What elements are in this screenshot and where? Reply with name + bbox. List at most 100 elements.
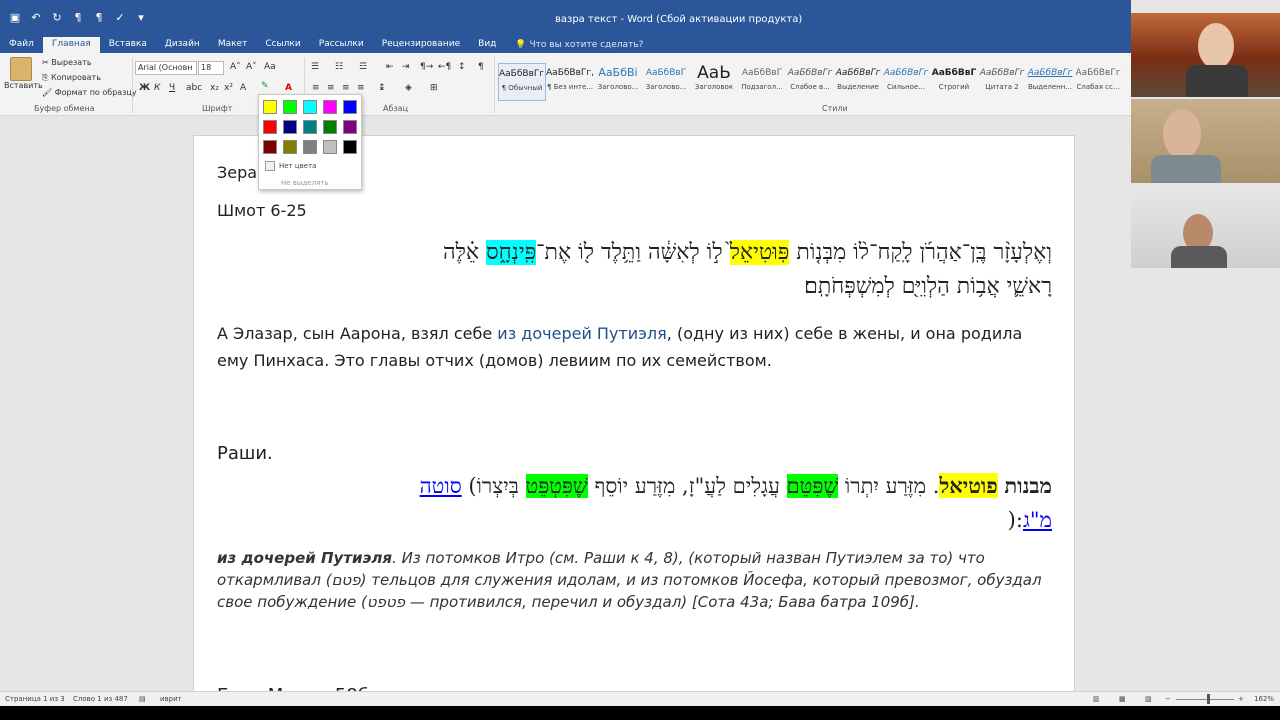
- superscript-button[interactable]: x²: [224, 83, 233, 93]
- style-heading-2[interactable]: АаБбВвГ Заголово...: [642, 63, 690, 101]
- style-quote-2[interactable]: АаБбВвГг Цитата 2: [978, 63, 1026, 101]
- style-heading-1[interactable]: АаБбВі Заголово...: [594, 63, 642, 101]
- italic-button[interactable]: К: [154, 83, 160, 93]
- format-painter-button[interactable]: 🖌 Формат по образцу: [42, 88, 137, 97]
- align-left-button[interactable]: ≡: [312, 83, 320, 93]
- highlight-color-button[interactable]: ✎: [261, 81, 269, 91]
- redo-icon[interactable]: ↻: [50, 10, 64, 24]
- highlight-swatch[interactable]: [283, 140, 297, 154]
- font-size-select[interactable]: 18: [198, 61, 224, 75]
- verse-text: ל֣וֹ לְאִשָּׁ֔ה וַתֵּ֥לֶד ל֖וֹ אֶת־: [536, 240, 730, 265]
- tab-view[interactable]: Вид: [469, 37, 505, 53]
- highlight-swatch[interactable]: [263, 140, 277, 154]
- paste-button[interactable]: Вставить: [4, 81, 43, 90]
- shrink-font-button[interactable]: A˅: [246, 62, 257, 72]
- spelling-icon[interactable]: ✓: [113, 10, 127, 24]
- customize-qat-icon[interactable]: ▾: [134, 10, 148, 24]
- copy-button[interactable]: ⎘ Копировать: [42, 73, 101, 83]
- highlight-swatch[interactable]: [343, 140, 357, 154]
- video-participant-2: [1131, 99, 1280, 183]
- zoom-level[interactable]: 162%: [1254, 695, 1274, 703]
- paste-icon[interactable]: [10, 57, 32, 81]
- stop-highlighting-option[interactable]: Не выделять: [281, 179, 328, 187]
- strikethrough-button[interactable]: abc: [186, 83, 202, 93]
- highlight-swatch[interactable]: [263, 100, 277, 114]
- tab-file[interactable]: Файл: [0, 37, 43, 53]
- highlight-swatch[interactable]: [343, 100, 357, 114]
- numbering-button[interactable]: ☷: [335, 62, 343, 72]
- highlight-swatch[interactable]: [343, 120, 357, 134]
- bullets-button[interactable]: ☰: [311, 62, 319, 72]
- tab-design[interactable]: Дизайн: [156, 37, 209, 53]
- subscript-button[interactable]: x₂: [210, 83, 219, 93]
- highlight-swatch[interactable]: [323, 140, 337, 154]
- line-spacing-button[interactable]: ↨: [378, 83, 386, 93]
- sota-link[interactable]: סוטה: [420, 474, 462, 498]
- web-layout-icon[interactable]: ▧: [1145, 695, 1152, 703]
- tab-insert[interactable]: Вставка: [100, 37, 156, 53]
- align-center-button[interactable]: ≡: [327, 83, 335, 93]
- read-mode-icon[interactable]: ▥: [1093, 695, 1100, 703]
- rtl-icon[interactable]: ¶: [71, 10, 85, 24]
- sort-button[interactable]: ↕: [458, 62, 466, 72]
- tell-me-search[interactable]: 💡 Что вы хотите сделать?: [515, 38, 643, 53]
- ltr-icon[interactable]: ¶: [92, 10, 106, 24]
- tab-review[interactable]: Рецензирование: [373, 37, 469, 53]
- document-page[interactable]: Зера Шмот 6-25 וְאֶלְעָזָ֨ר בֶּֽן־אַהֲרֹ…: [193, 135, 1075, 695]
- grow-font-button[interactable]: A˄: [230, 62, 241, 72]
- language-indicator[interactable]: иврит: [160, 695, 182, 703]
- text-effects-button[interactable]: A: [240, 83, 246, 93]
- style-subtle-reference[interactable]: АаБбВвГг Слабая сс...: [1074, 63, 1122, 101]
- decrease-indent-button[interactable]: ⇤: [386, 62, 394, 72]
- highlight-swatch[interactable]: [323, 100, 337, 114]
- shading-button[interactable]: ◈: [405, 83, 412, 93]
- save-icon[interactable]: ▣: [8, 10, 22, 24]
- highlight-swatch[interactable]: [283, 100, 297, 114]
- highlight-swatch[interactable]: [283, 120, 297, 134]
- tab-layout[interactable]: Макет: [209, 37, 257, 53]
- style-no-spacing[interactable]: АаБбВвГг, ¶ Без инте...: [546, 63, 594, 101]
- font-color-button[interactable]: A: [285, 83, 292, 93]
- tab-mailings[interactable]: Рассылки: [310, 37, 373, 53]
- page-count[interactable]: Страница 1 из 3: [5, 695, 65, 703]
- no-color-option[interactable]: Нет цвета: [265, 161, 316, 171]
- ltr-button[interactable]: ¶→: [420, 62, 433, 72]
- bold-button[interactable]: Ж: [139, 83, 150, 93]
- underline-button[interactable]: Ч: [169, 83, 175, 93]
- style-emphasis[interactable]: АаБбВвГг Выделение: [834, 63, 882, 101]
- style-strong[interactable]: АаБбВвГ Строгий: [930, 63, 978, 101]
- word-count[interactable]: Слово 1 из 487: [73, 695, 128, 703]
- style-intense-emphasis[interactable]: АаБбВвГг Сильное...: [882, 63, 930, 101]
- print-layout-icon[interactable]: ▦: [1119, 695, 1126, 703]
- page-ref-link[interactable]: מ"ג: [1023, 508, 1052, 532]
- justify-button[interactable]: ≡: [357, 83, 365, 93]
- cut-button[interactable]: ✂ Вырезать: [42, 58, 92, 67]
- proofing-icon[interactable]: ▤: [139, 695, 146, 703]
- style-normal[interactable]: АаБбВвГг, ¶ Обычный: [498, 63, 546, 101]
- zoom-slider-thumb[interactable]: [1207, 694, 1210, 704]
- highlight-swatch[interactable]: [263, 120, 277, 134]
- highlight-swatch[interactable]: [323, 120, 337, 134]
- tab-references[interactable]: Ссылки: [256, 37, 309, 53]
- highlight-swatch[interactable]: [303, 140, 317, 154]
- align-right-button[interactable]: ≡: [342, 83, 350, 93]
- tab-home[interactable]: Главная: [42, 37, 100, 53]
- highlight-swatch[interactable]: [303, 100, 317, 114]
- zoom-in-button[interactable]: +: [1238, 695, 1244, 703]
- zoom-out-button[interactable]: −: [1165, 695, 1171, 703]
- style-subtitle[interactable]: АаБбВвГ Подзагол...: [738, 63, 786, 101]
- undo-icon[interactable]: ↶: [29, 10, 43, 24]
- style-subtle-emphasis[interactable]: АаБбВвГг Слабое в...: [786, 63, 834, 101]
- increase-indent-button[interactable]: ⇥: [402, 62, 410, 72]
- style-intense-quote[interactable]: АаБбВвГг Выделенн...: [1026, 63, 1074, 101]
- show-marks-button[interactable]: ¶: [478, 62, 484, 72]
- style-title[interactable]: АаЬ Заголовок: [690, 63, 738, 101]
- font-name-select[interactable]: Arial (Основн: [135, 61, 197, 75]
- change-case-button[interactable]: Aa: [264, 62, 276, 72]
- multilevel-list-button[interactable]: ☲: [359, 62, 367, 72]
- borders-button[interactable]: ⊞: [430, 83, 438, 93]
- highlight-pitpet: שֶׁפִּטְפֵּט: [525, 474, 588, 498]
- rtl-button[interactable]: ←¶: [438, 62, 451, 72]
- zoom-slider[interactable]: [1176, 699, 1234, 700]
- highlight-swatch[interactable]: [303, 120, 317, 134]
